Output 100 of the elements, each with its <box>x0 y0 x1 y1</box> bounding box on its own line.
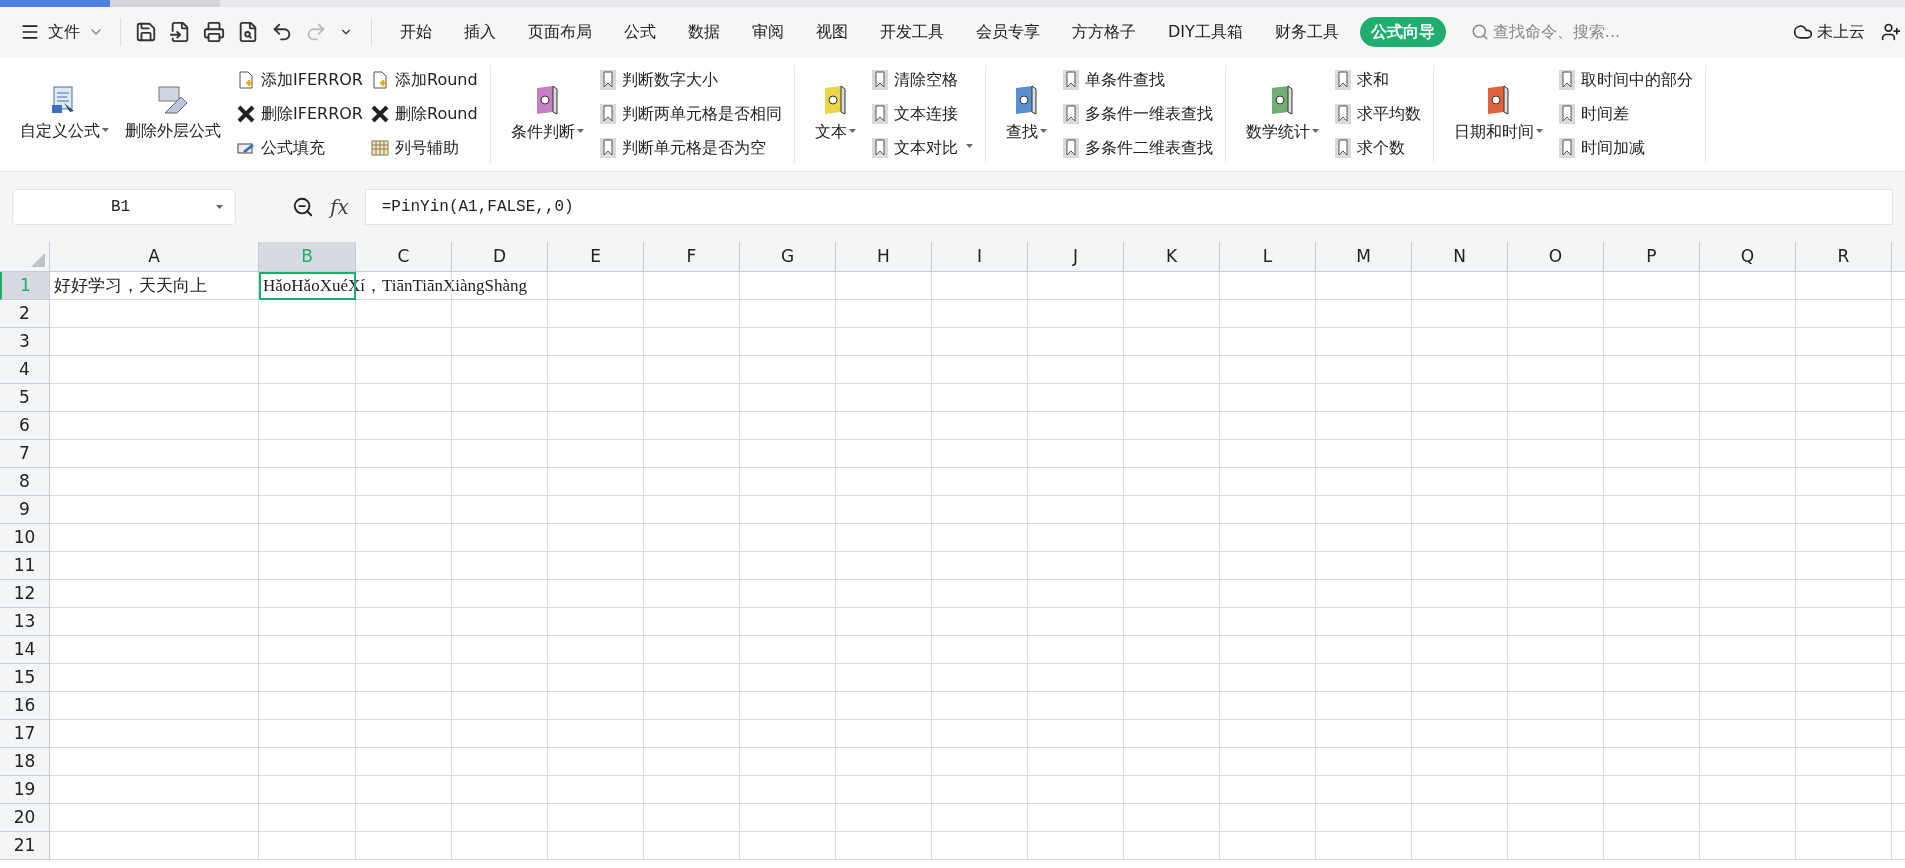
column-header[interactable]: I <box>932 242 1028 272</box>
ribbon-tab[interactable]: DIY工具箱 <box>1157 17 1254 47</box>
column-header[interactable]: J <box>1028 242 1124 272</box>
row-header[interactable]: 6 <box>0 412 50 440</box>
row-header[interactable]: 7 <box>0 440 50 468</box>
ribbon-item[interactable]: 判断数字大小 <box>599 65 782 95</box>
ribbon-item[interactable]: 清除空格 <box>871 65 973 95</box>
ribbon-item[interactable]: 判断单元格是否为空 <box>599 133 782 163</box>
row-header[interactable]: 2 <box>0 300 50 328</box>
bookmark-icon <box>1334 138 1351 158</box>
column-header[interactable]: P <box>1604 242 1700 272</box>
ribbon-tab[interactable]: 视图 <box>805 17 859 47</box>
ribbon-item[interactable]: 时间差 <box>1558 99 1693 129</box>
ribbon-tab[interactable]: 开发工具 <box>869 17 955 47</box>
formula-field[interactable]: =PinYin(A1,FALSE,,0) <box>364 189 1893 225</box>
bookmark-icon <box>599 70 616 90</box>
ribbon-item[interactable]: 时间加减 <box>1558 133 1693 163</box>
row-header[interactable]: 20 <box>0 804 50 832</box>
ribbon-item[interactable]: 文本连接 <box>871 99 973 129</box>
column-header[interactable]: L <box>1220 242 1316 272</box>
ribbon-item[interactable]: 求个数 <box>1334 133 1421 163</box>
bookmark-icon <box>871 104 888 124</box>
row-header[interactable]: 16 <box>0 692 50 720</box>
zoom-icon[interactable] <box>292 196 314 218</box>
undo-icon <box>271 21 293 43</box>
column-header[interactable]: N <box>1412 242 1508 272</box>
column-header[interactable]: F <box>644 242 740 272</box>
ribbon-item[interactable]: 文本对比 <box>871 133 973 163</box>
column-header[interactable]: C <box>356 242 452 272</box>
function-icon[interactable]: fx <box>330 192 349 222</box>
row-header[interactable]: 11 <box>0 552 50 580</box>
column-header[interactable]: E <box>548 242 644 272</box>
ribbon-item[interactable]: 公式填充 <box>237 133 363 163</box>
row-header[interactable]: 13 <box>0 608 50 636</box>
ribbon-item[interactable]: 删除IFERROR <box>237 99 363 129</box>
search-field[interactable]: 查找命令、搜索... <box>1470 20 1643 44</box>
row-header[interactable]: 15 <box>0 664 50 692</box>
ribbon-tab[interactable]: 页面布局 <box>517 17 603 47</box>
row-header[interactable]: 4 <box>0 356 50 384</box>
row-header[interactable]: 12 <box>0 580 50 608</box>
ribbon-tab[interactable]: 会员专享 <box>965 17 1051 47</box>
column-header[interactable]: H <box>836 242 932 272</box>
bookmark-icon <box>1558 104 1575 124</box>
ribbon-button[interactable]: 删除外层公式 <box>117 65 229 163</box>
ribbon-tab[interactable]: 公式 <box>613 17 667 47</box>
ribbon-item[interactable]: 添加IFERROR <box>237 65 363 95</box>
row-header[interactable]: 14 <box>0 636 50 664</box>
column-header[interactable]: Q <box>1700 242 1796 272</box>
row-header[interactable]: 9 <box>0 496 50 524</box>
file-menu[interactable]: 文件 <box>12 20 112 44</box>
row-header[interactable]: 3 <box>0 328 50 356</box>
name-box[interactable]: B1 <box>12 189 236 225</box>
row-header[interactable]: 21 <box>0 832 50 860</box>
bookmark-icon <box>599 104 616 124</box>
bookmark-icon <box>1334 104 1351 124</box>
column-header[interactable]: A <box>50 242 259 272</box>
ribbon-button[interactable]: 文本 <box>806 65 864 163</box>
add-user-icon[interactable] <box>1881 22 1901 42</box>
delete-icon <box>237 105 255 123</box>
row-header[interactable]: 17 <box>0 720 50 748</box>
ribbon-tab[interactable]: 开始 <box>389 17 443 47</box>
preview-icon <box>237 21 259 43</box>
row-header[interactable]: 5 <box>0 384 50 412</box>
ribbon-button[interactable]: 数学统计 <box>1237 65 1327 163</box>
ribbon-tab[interactable]: 方方格子 <box>1061 17 1147 47</box>
column-header[interactable]: G <box>740 242 836 272</box>
ribbon-item[interactable]: 求和 <box>1334 65 1421 95</box>
caret-icon <box>216 205 223 209</box>
ribbon-item[interactable]: 判断两单元格是否相同 <box>599 99 782 129</box>
ribbon-item[interactable]: 多条件一维表查找 <box>1062 99 1213 129</box>
grid-icon <box>371 139 389 157</box>
ribbon-button[interactable]: 查找 <box>997 65 1055 163</box>
add-document-icon <box>237 71 255 89</box>
ribbon-button[interactable]: 自定义公式 <box>12 65 117 163</box>
ribbon-tab[interactable]: 审阅 <box>741 17 795 47</box>
ribbon-button[interactable]: 日期和时间 <box>1445 65 1551 163</box>
ribbon-item[interactable]: 列号辅助 <box>371 133 478 163</box>
ribbon-item[interactable]: 求平均数 <box>1334 99 1421 129</box>
row-header[interactable]: 8 <box>0 468 50 496</box>
row-header[interactable]: 10 <box>0 524 50 552</box>
ribbon-tab[interactable]: 数据 <box>677 17 731 47</box>
ribbon-item[interactable]: 多条件二维表查找 <box>1062 133 1213 163</box>
ribbon-item[interactable]: 单条件查找 <box>1062 65 1213 95</box>
bookmark-icon <box>599 138 616 158</box>
add-document-icon <box>371 71 389 89</box>
column-header[interactable]: O <box>1508 242 1604 272</box>
row-header[interactable]: 19 <box>0 776 50 804</box>
cloud-status[interactable]: 未上云 <box>1793 20 1865 44</box>
column-header[interactable]: R <box>1796 242 1892 272</box>
ribbon-tab[interactable]: 财务工具 <box>1263 17 1350 47</box>
ribbon-item[interactable]: 删除Round <box>371 99 478 129</box>
ribbon-item[interactable]: 取时间中的部分 <box>1558 65 1693 95</box>
row-header[interactable]: 18 <box>0 748 50 776</box>
column-header[interactable]: M <box>1316 242 1412 272</box>
ribbon-tab[interactable]: 插入 <box>453 17 507 47</box>
column-header[interactable]: D <box>452 242 548 272</box>
column-header[interactable]: K <box>1124 242 1220 272</box>
export-icon <box>169 21 191 43</box>
ribbon-button[interactable]: 条件判断 <box>502 65 592 163</box>
ribbon-item[interactable]: 添加Round <box>371 65 478 95</box>
